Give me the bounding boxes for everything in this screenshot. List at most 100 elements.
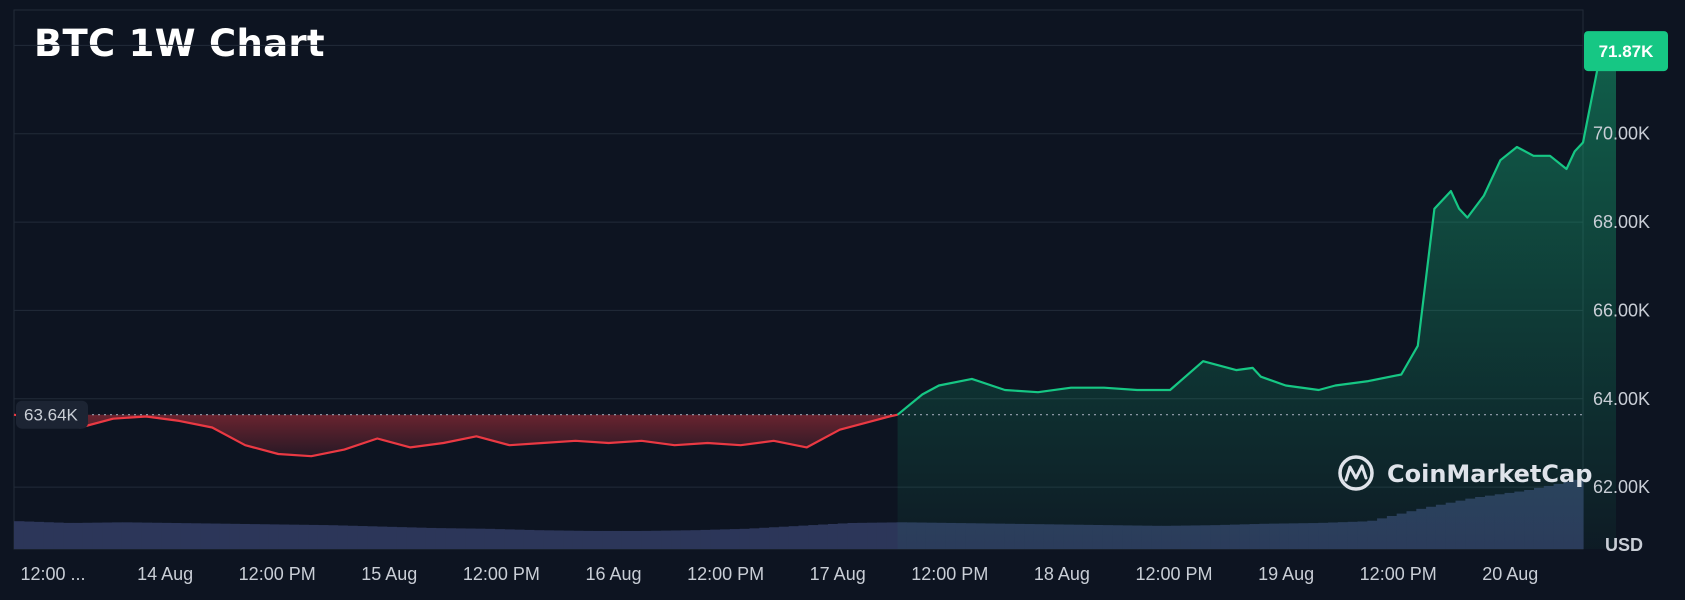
x-tick-label: 19 Aug [1258, 564, 1314, 584]
volume-bar [582, 530, 594, 549]
x-tick-label: 17 Aug [810, 564, 866, 584]
price-point [1285, 384, 1287, 386]
price-point [178, 420, 180, 422]
volume-bar [671, 530, 682, 549]
y-tick-label: 70.00K [1593, 124, 1650, 144]
volume-bar [592, 530, 603, 549]
price-point [376, 437, 378, 439]
volume-bar [788, 526, 800, 549]
volume-bar [514, 529, 525, 549]
volume-bar [827, 523, 839, 549]
x-tick-label: 12:00 PM [1360, 564, 1437, 584]
price-point [1251, 367, 1253, 369]
currency-label: USD [1605, 535, 1643, 555]
volume-bar [504, 529, 515, 549]
volume-bar [808, 525, 819, 549]
x-tick-label: 20 Aug [1482, 564, 1538, 584]
volume-bar [847, 522, 858, 549]
volume-bar [229, 523, 241, 549]
volume-bar [876, 522, 888, 549]
volume-bar [435, 528, 447, 549]
volume-bar [268, 524, 280, 549]
volume-bar [720, 529, 731, 549]
price-point [145, 415, 147, 417]
last-price-label: 71.87K [1599, 42, 1655, 61]
volume-bar [729, 529, 741, 549]
volume-bar [151, 522, 162, 549]
volume-bar [200, 523, 211, 549]
volume-bar [769, 527, 780, 549]
price-point [1466, 216, 1468, 218]
volume-bar [249, 524, 260, 549]
volume-bar [14, 521, 25, 549]
volume-bar [759, 527, 770, 549]
volume-bar [396, 527, 407, 549]
x-tick-label: 12:00 ... [20, 564, 85, 584]
price-point [1458, 208, 1460, 210]
volume-bar [43, 522, 54, 549]
volume-bar [612, 530, 623, 549]
volume-bar [416, 527, 427, 549]
y-tick-label: 64.00K [1593, 389, 1650, 409]
price-point [244, 444, 246, 446]
volume-bar [818, 524, 829, 549]
price-point [1574, 150, 1576, 152]
volume-bar [602, 530, 613, 549]
x-tick-label: 18 Aug [1034, 564, 1090, 584]
area-below-baseline [14, 414, 898, 457]
price-point [1549, 155, 1551, 157]
volume-bar [82, 522, 94, 549]
volume-bar [553, 530, 564, 549]
volume-bar [121, 522, 133, 549]
volume-bar [219, 523, 231, 549]
price-point [971, 378, 973, 380]
volume-bar [484, 528, 496, 549]
price-point [1004, 389, 1006, 391]
volume-bar [690, 530, 702, 549]
volume-bar [308, 524, 319, 549]
price-point [921, 393, 923, 395]
price-chart[interactable]: 62.00K 64.00K 66.00K 68.00K 70.00K USD 12:00 .… [0, 0, 1685, 600]
price-point [1037, 391, 1039, 393]
price-point [1450, 190, 1452, 192]
price-point [773, 440, 775, 442]
volume-bar [278, 524, 290, 549]
volume-bar [710, 529, 721, 549]
price-point [112, 417, 114, 419]
volume-bar [190, 523, 201, 549]
volume-bar [661, 530, 672, 549]
volume-bar [141, 522, 152, 549]
volume-bar [72, 522, 84, 549]
volume-bar [376, 526, 388, 549]
price-point [277, 453, 279, 455]
volume-bar [288, 524, 299, 549]
x-tick-label: 12:00 PM [463, 564, 540, 584]
volume-bar [455, 528, 466, 549]
volume-bar [112, 522, 123, 549]
price-point [1565, 168, 1567, 170]
volume-bar [367, 526, 378, 549]
price-point [1433, 208, 1435, 210]
volume-bar [386, 526, 398, 549]
price-point [607, 442, 609, 444]
volume-bar [749, 528, 760, 549]
volume-bar [739, 528, 751, 549]
price-point [1136, 389, 1138, 391]
volume-bar [210, 523, 221, 549]
price-point [1400, 373, 1402, 375]
price-point [806, 446, 808, 448]
price-point [872, 420, 874, 422]
volume-bar [631, 530, 643, 549]
volume-bar [63, 522, 74, 549]
price-point [409, 446, 411, 448]
price-point [541, 442, 543, 444]
y-tick-label: 66.00K [1593, 300, 1650, 320]
volume-bar [298, 524, 309, 549]
price-point [1318, 389, 1320, 391]
price-point [739, 444, 741, 446]
volume-bar [778, 526, 790, 549]
price-point [1483, 194, 1485, 196]
price-point [1070, 387, 1072, 389]
volume-bar [347, 525, 358, 549]
price-point [896, 413, 898, 415]
